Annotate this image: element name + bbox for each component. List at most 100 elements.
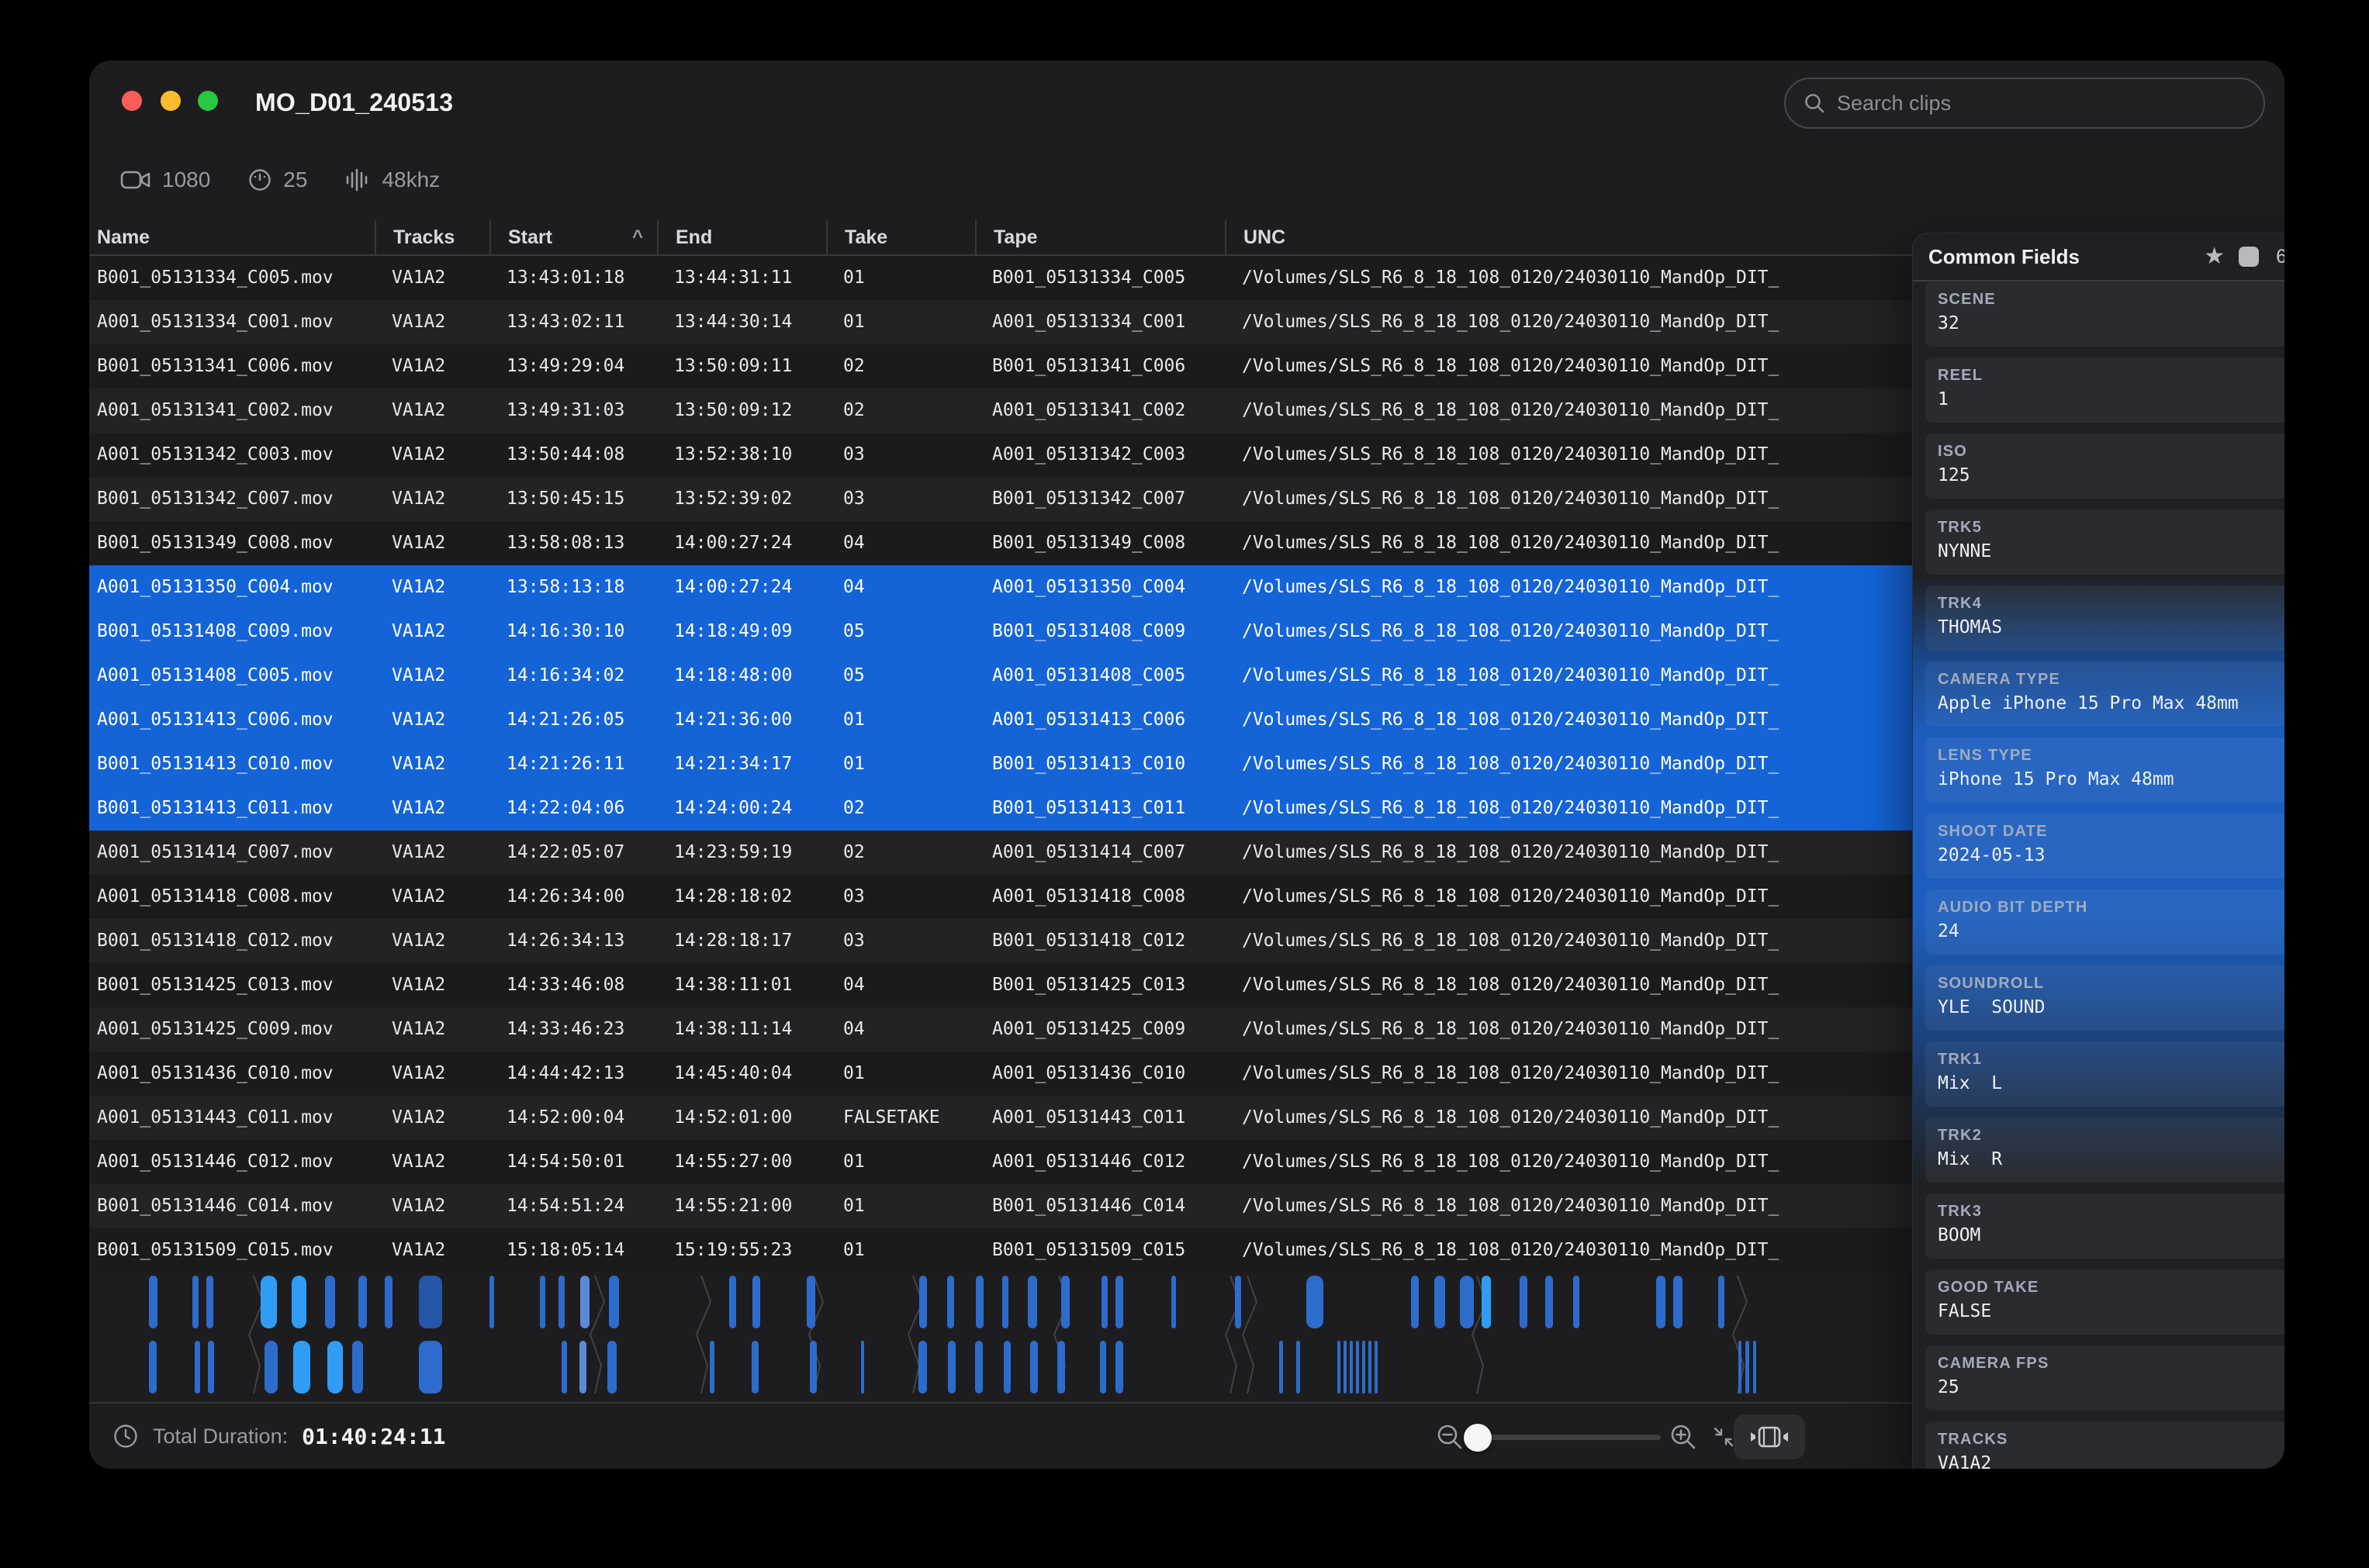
timeline-clip-bar[interactable]	[1100, 1341, 1106, 1394]
field-card[interactable]: CAMERA TYPEApple iPhone 15 Pro Max 48mm	[1925, 661, 2284, 727]
zoom-in-icon[interactable]	[1669, 1422, 1698, 1452]
zoom-window-button[interactable]	[198, 91, 218, 111]
timeline-clip-bar[interactable]	[1520, 1276, 1527, 1328]
field-card[interactable]: TRK5NYNNE	[1925, 509, 2284, 575]
column-header-start[interactable]: Start ^	[489, 220, 657, 254]
timeline-clip-bar[interactable]	[325, 1276, 335, 1328]
timeline-clip-bar[interactable]	[1718, 1276, 1724, 1328]
field-card[interactable]: TRACKSVA1A2	[1925, 1421, 2284, 1469]
timeline-clip-bar[interactable]	[1482, 1276, 1491, 1328]
timeline-clip-bar[interactable]	[1368, 1341, 1371, 1394]
timeline-clip-bar[interactable]	[752, 1276, 760, 1328]
timeline-clip-bar[interactable]	[1115, 1341, 1123, 1394]
timeline-clip-bar[interactable]	[1375, 1341, 1378, 1394]
timeline-clip-bar[interactable]	[195, 1341, 200, 1394]
column-header-end[interactable]: End	[657, 220, 826, 254]
timeline-clip-bar[interactable]	[1344, 1341, 1347, 1394]
timeline-clip-bar[interactable]	[206, 1276, 213, 1328]
timeline-clip-bar[interactable]	[1057, 1341, 1065, 1394]
timeline-clip-bar[interactable]	[489, 1276, 494, 1328]
timeline-clip-bar[interactable]	[208, 1341, 214, 1394]
timeline-clip-bar[interactable]	[149, 1341, 157, 1394]
timeline-clip-bar[interactable]	[149, 1276, 157, 1328]
field-card[interactable]: SOUNDROLLYLE SOUND	[1925, 965, 2284, 1031]
timeline-clip-bar[interactable]	[1753, 1341, 1756, 1394]
field-card[interactable]: SCENE32	[1925, 281, 2284, 347]
field-card[interactable]: CAMERA FPS25	[1925, 1345, 2284, 1411]
field-card[interactable]: TRK2Mix R	[1925, 1117, 2284, 1183]
close-window-button[interactable]	[122, 91, 142, 111]
timeline-clip-bar[interactable]	[1738, 1341, 1741, 1394]
field-card[interactable]: REEL1	[1925, 357, 2284, 423]
timeline-clip-bar[interactable]	[1030, 1341, 1038, 1394]
timeline-clip-bar[interactable]	[752, 1341, 759, 1394]
timeline-clip-bar[interactable]	[1656, 1276, 1665, 1328]
timeline-clip-bar[interactable]	[419, 1341, 442, 1394]
timeline-clip-bar[interactable]	[1004, 1341, 1011, 1394]
star-icon[interactable]: ★	[2204, 245, 2225, 268]
timeline-clip-bar[interactable]	[261, 1276, 277, 1328]
timeline-zoom-slider-thumb[interactable]	[1464, 1424, 1492, 1452]
timeline-clip-bar[interactable]	[292, 1276, 306, 1328]
timeline-clip-bar[interactable]	[609, 1276, 619, 1328]
timeline-clip-bar[interactable]	[976, 1276, 984, 1328]
timeline-clip-bar[interactable]	[1673, 1276, 1683, 1328]
field-card[interactable]: GOOD TAKEFALSE	[1925, 1269, 2284, 1335]
timeline-clip-bar[interactable]	[540, 1276, 545, 1328]
timeline-clip-bar[interactable]	[352, 1341, 363, 1394]
timeline-clip-bar[interactable]	[1411, 1276, 1419, 1328]
timeline-clip-bar[interactable]	[327, 1341, 343, 1394]
timeline-clip-bar[interactable]	[1356, 1341, 1359, 1394]
zoom-out-icon[interactable]	[1435, 1422, 1465, 1452]
square-icon[interactable]	[2239, 247, 2259, 267]
field-card[interactable]: AUDIO BIT DEPTH24	[1925, 889, 2284, 955]
timeline-clip-bar[interactable]	[1296, 1341, 1300, 1394]
fit-timeline-button[interactable]	[1734, 1414, 1805, 1459]
timeline-clip-bar[interactable]	[1362, 1341, 1365, 1394]
timeline-clip-bar[interactable]	[1235, 1276, 1241, 1328]
timeline-clip-bar[interactable]	[192, 1276, 199, 1328]
timeline-clip-bar[interactable]	[729, 1276, 736, 1328]
field-card[interactable]: ISO125	[1925, 433, 2284, 499]
timeline-clip-bar[interactable]	[607, 1341, 617, 1394]
timeline-clip-bar[interactable]	[807, 1276, 815, 1328]
timeline-clip-bar[interactable]	[1171, 1276, 1176, 1328]
timeline-clip-bar[interactable]	[1115, 1276, 1123, 1328]
timeline-clip-bar[interactable]	[1337, 1341, 1340, 1394]
timeline-clip-bar[interactable]	[1028, 1276, 1037, 1328]
timeline-clip-bar[interactable]	[1350, 1341, 1353, 1394]
timeline-clip-bar[interactable]	[559, 1276, 565, 1328]
search-input[interactable]	[1837, 92, 2246, 116]
timeline-clip-bar[interactable]	[1545, 1276, 1553, 1328]
timeline-clip-bar[interactable]	[1279, 1341, 1283, 1394]
column-header-tracks[interactable]: Tracks	[375, 220, 489, 254]
timeline-clip-bar[interactable]	[580, 1276, 590, 1328]
timeline-clip-bar[interactable]	[265, 1341, 278, 1394]
column-header-take[interactable]: Take	[826, 220, 975, 254]
column-header-tape[interactable]: Tape	[975, 220, 1225, 254]
timeline-clip-bar[interactable]	[810, 1341, 817, 1394]
timeline-clip-bar[interactable]	[918, 1341, 927, 1394]
timeline-clip-bar[interactable]	[385, 1276, 393, 1328]
timeline-clip-bar[interactable]	[947, 1276, 954, 1328]
timeline-clip-bar[interactable]	[1101, 1276, 1108, 1328]
timeline-clip-bar[interactable]	[419, 1276, 442, 1328]
field-card[interactable]: TRK4THOMAS	[1925, 585, 2284, 651]
timeline-clip-bar[interactable]	[975, 1341, 983, 1394]
timeline-clip-bar[interactable]	[1573, 1276, 1579, 1328]
timeline-zoom-slider-track[interactable]	[1478, 1435, 1661, 1440]
timeline-clip-bar[interactable]	[1002, 1276, 1008, 1328]
timeline-clip-bar[interactable]	[948, 1341, 956, 1394]
timeline-clip-bar[interactable]	[579, 1341, 586, 1394]
timeline-clip-bar[interactable]	[1745, 1341, 1749, 1394]
field-card[interactable]: SHOOT DATE2024-05-13	[1925, 813, 2284, 879]
timeline-clip-bar[interactable]	[293, 1341, 310, 1394]
field-card[interactable]: TRK1Mix L	[1925, 1041, 2284, 1107]
timeline-clip-bar[interactable]	[710, 1341, 714, 1394]
timeline-clip-bar[interactable]	[562, 1341, 567, 1394]
timeline-clip-bar[interactable]	[1061, 1276, 1070, 1328]
timeline-clip-bar[interactable]	[861, 1341, 864, 1394]
field-card[interactable]: TRK3BOOM	[1925, 1193, 2284, 1259]
search-box[interactable]	[1784, 78, 2265, 129]
timeline-clip-bar[interactable]	[1306, 1276, 1323, 1328]
